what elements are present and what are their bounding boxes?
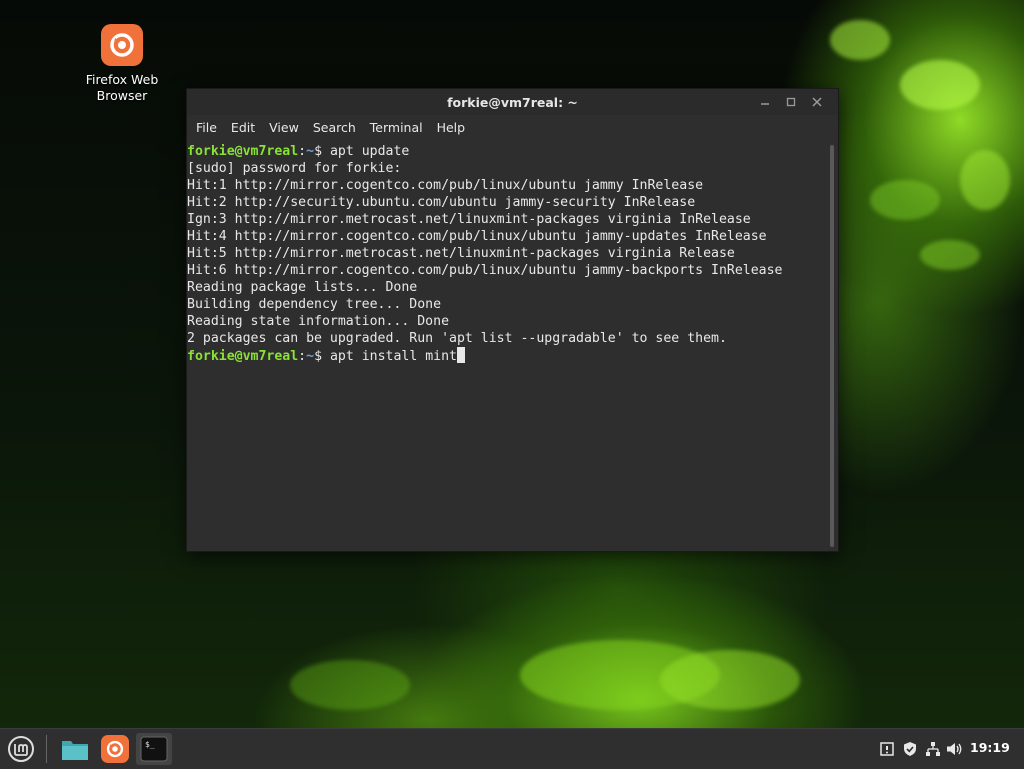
- firefox-icon: [101, 24, 143, 66]
- update-manager-icon[interactable]: [878, 739, 896, 759]
- terminal-launcher-active[interactable]: $_: [136, 733, 172, 765]
- command-text: apt update: [329, 144, 410, 159]
- terminal-scrollbar[interactable]: [830, 145, 836, 547]
- command-line: forkie@vm7real:~$ apt update: [187, 143, 828, 160]
- output-line: Building dependency tree... Done: [187, 297, 442, 312]
- command-line-active: forkie@vm7real:~$ apt install mint: [187, 347, 828, 364]
- svg-text:$_: $_: [145, 740, 155, 749]
- menu-terminal[interactable]: Terminal: [363, 120, 430, 135]
- files-launcher[interactable]: [58, 733, 92, 765]
- prompt-symbol: $: [314, 144, 330, 159]
- output-line: Hit:5 http://mirror.metrocast.net/linuxm…: [187, 246, 735, 261]
- network-icon[interactable]: [924, 739, 942, 759]
- output-line: 2 packages can be upgraded. Run 'apt lis…: [187, 331, 727, 346]
- firefox-launcher[interactable]: [99, 733, 131, 765]
- taskbar: $_ 19:19: [0, 728, 1024, 769]
- prompt-symbol: $: [314, 349, 330, 364]
- output-line: Reading state information... Done: [187, 314, 450, 329]
- terminal-window[interactable]: forkie@vm7real: ~ File Edit View Search …: [186, 88, 839, 552]
- maximize-icon[interactable]: [782, 93, 800, 111]
- scrollbar-thumb[interactable]: [830, 145, 834, 547]
- volume-icon[interactable]: [946, 739, 964, 759]
- menu-view[interactable]: View: [262, 120, 306, 135]
- prompt-path: ~: [306, 349, 315, 364]
- mint-menu-icon: [8, 736, 34, 762]
- menu-search[interactable]: Search: [306, 120, 363, 135]
- files-icon: [62, 741, 88, 760]
- prompt-separator: :: [298, 349, 307, 364]
- text-cursor: [457, 347, 465, 363]
- terminal-icon: $_: [140, 736, 168, 762]
- output-line: Hit:1 http://mirror.cogentco.com/pub/lin…: [187, 178, 704, 193]
- output-line: Hit:2 http://security.ubuntu.com/ubuntu …: [187, 195, 696, 210]
- output-line: [sudo] password for forkie:: [187, 161, 402, 176]
- taskbar-separator: [46, 735, 47, 763]
- output-line: Reading package lists... Done: [187, 280, 418, 295]
- prompt-user: forkie@vm7real: [187, 349, 299, 364]
- output-line: Hit:4 http://mirror.cogentco.com/pub/lin…: [187, 229, 767, 244]
- desktop-icon-firefox[interactable]: Firefox Web Browser: [80, 24, 164, 104]
- close-icon[interactable]: [808, 93, 826, 111]
- mint-menu-button[interactable]: [4, 733, 38, 765]
- menu-edit[interactable]: Edit: [224, 120, 262, 135]
- desktop-icon-label: Firefox Web Browser: [85, 72, 159, 103]
- menu-help[interactable]: Help: [430, 120, 473, 135]
- menu-bar: File Edit View Search Terminal Help: [187, 115, 838, 139]
- command-input-text[interactable]: apt install mint: [330, 349, 457, 364]
- minimize-icon[interactable]: [756, 93, 774, 111]
- prompt-path: ~: [306, 144, 315, 159]
- shield-icon[interactable]: [901, 739, 919, 759]
- window-title: forkie@vm7real: ~: [447, 94, 578, 110]
- output-line: Ign:3 http://mirror.metrocast.net/linuxm…: [187, 212, 751, 227]
- window-titlebar[interactable]: forkie@vm7real: ~: [187, 89, 838, 115]
- output-line: Hit:6 http://mirror.cogentco.com/pub/lin…: [187, 263, 783, 278]
- firefox-icon: [101, 735, 129, 763]
- clock[interactable]: 19:19: [970, 740, 1010, 755]
- prompt-user: forkie@vm7real: [187, 144, 299, 159]
- terminal-output[interactable]: forkie@vm7real:~$ apt update [sudo] pass…: [187, 141, 828, 551]
- prompt-separator: :: [298, 144, 307, 159]
- menu-file[interactable]: File: [189, 120, 224, 135]
